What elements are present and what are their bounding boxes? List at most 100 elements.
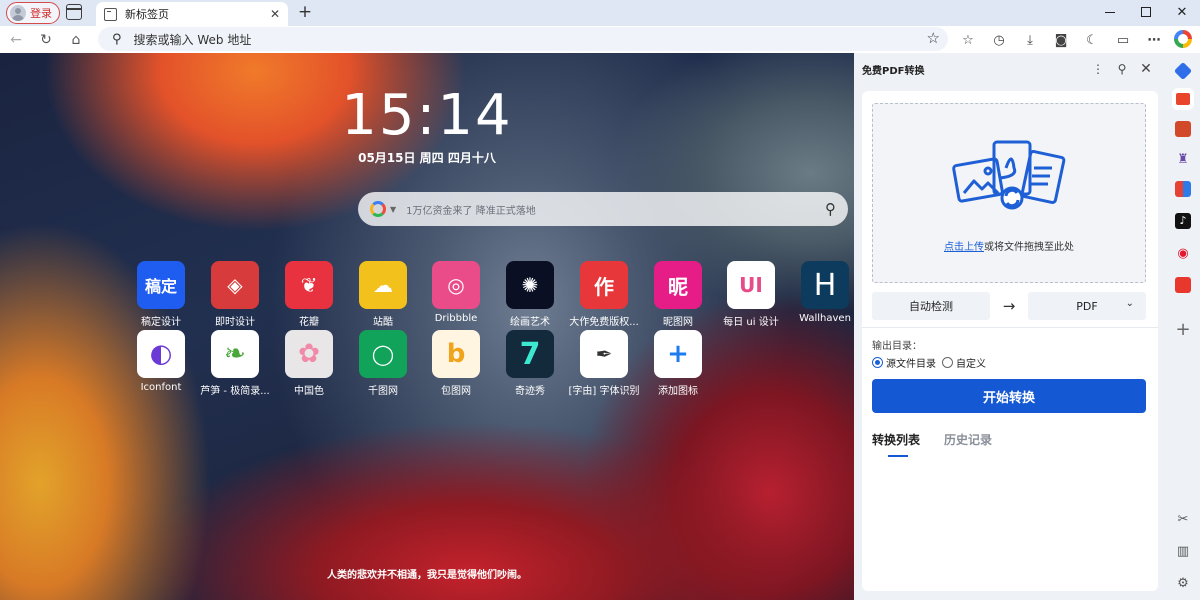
app-shortcut[interactable]: ✺ 绘画艺术 [492, 261, 568, 328]
performance-icon[interactable]: ☾ [1082, 30, 1102, 50]
app-shortcut[interactable]: ❦ 花瓣 [271, 261, 347, 328]
app-label: 站酷 [373, 317, 393, 328]
wallet-icon[interactable]: ▭ [1113, 30, 1133, 50]
google-icon[interactable] [1174, 30, 1192, 48]
address-input[interactable]: 搜索或输入 Web 地址 [134, 31, 252, 48]
tab-conversion-list[interactable]: 转换列表 [872, 431, 920, 448]
tab-new-tab[interactable]: 新标签页 ✕ [96, 2, 288, 26]
app-icon[interactable]: ◈ [211, 261, 259, 309]
app-shortcut[interactable]: ◈ 即时设计 [197, 261, 273, 328]
app-icon[interactable]: ❦ [285, 261, 333, 309]
sidebar-toggle-icon[interactable]: ▥ [1175, 543, 1191, 559]
minimize-button[interactable] [1092, 0, 1128, 24]
app-shortcut[interactable]: 稿定 稿定设计 [123, 261, 199, 328]
app-icon[interactable]: ❧ [211, 330, 259, 378]
sidebar-strip: ♜ ♪ ◉ + ✂ ▥ ⚙ [1166, 53, 1200, 600]
app-icon[interactable]: ✒ [580, 330, 628, 378]
chevron-down-icon[interactable]: ▼ [390, 205, 396, 214]
app-label: 千图网 [368, 386, 398, 397]
history-icon[interactable]: ◷ [989, 30, 1009, 50]
search-engine-icon[interactable] [370, 201, 386, 217]
app-icon[interactable]: + [654, 330, 702, 378]
settings-gear-icon[interactable]: ⚙ [1175, 575, 1191, 591]
app-shortcut[interactable]: ◐ Iconfont [123, 330, 199, 393]
app-icon[interactable]: ◯ [359, 330, 407, 378]
more-options-icon[interactable]: ⋮ [1086, 62, 1110, 76]
add-sidebar-icon[interactable]: + [1175, 319, 1191, 340]
app-icon[interactable]: H [801, 261, 849, 309]
news-icon[interactable] [1175, 277, 1191, 293]
file-dropzone[interactable]: 点击上传或将文件拖拽至此处 [872, 103, 1146, 283]
app-shortcut[interactable]: ❧ 芦笋 - 极简录... [197, 330, 273, 397]
app-icon[interactable]: 稿定 [137, 261, 185, 309]
screenshot-icon[interactable]: ◙ [1051, 30, 1071, 50]
favorites-icon[interactable]: ☆ [958, 30, 978, 50]
app-icon[interactable]: ✿ [285, 330, 333, 378]
app-shortcut[interactable]: ✿ 中国色 [271, 330, 347, 397]
upload-link[interactable]: 点击上传 [944, 242, 984, 253]
page-icon [104, 7, 117, 21]
app-icon[interactable]: UI [727, 261, 775, 309]
scissors-icon[interactable]: ✂ [1175, 511, 1191, 527]
app-shortcut[interactable]: b 包图网 [418, 330, 494, 397]
favorite-star-icon[interactable]: ☆ [927, 29, 940, 47]
app-shortcut[interactable]: 昵昵图网 [640, 261, 716, 328]
app-shortcut[interactable]: 7 奇迹秀 [492, 330, 568, 397]
app-label: 中国色 [294, 386, 324, 397]
pdf-tool-icon[interactable] [1175, 91, 1191, 107]
target-format-select[interactable]: PDF ⌄ [1028, 292, 1146, 320]
app-icon[interactable]: ✺ [506, 261, 554, 309]
app-shortcut[interactable]: ✒ [字由] 字体识别 [566, 330, 642, 397]
home-icon[interactable]: ⌂ [66, 30, 86, 50]
app-shortcut[interactable]: 作大作免费版权... [566, 261, 642, 328]
app-label: 绘画艺术 [510, 317, 550, 328]
navigation-bar: ← ↻ ⌂ ⚲ 搜索或输入 Web 地址 ☆ ☆ ◷ ⤓ ◙ ☾ ▭ ⋯ [0, 26, 1200, 53]
download-icon[interactable]: ⤓ [1020, 30, 1040, 50]
app-label: Wallhaven [799, 313, 851, 324]
ntp-search-box[interactable]: ▼ 1万亿资金来了 降准正式落地 ⚲ [358, 192, 848, 226]
extension-tag-icon[interactable] [1173, 61, 1193, 81]
app-shortcut[interactable]: ◎ Dribbble [418, 261, 494, 324]
start-conversion-button[interactable]: 开始转换 [872, 379, 1146, 413]
app-shortcut[interactable]: ☁ 站酷 [345, 261, 421, 328]
login-button[interactable]: 登录 [6, 2, 60, 24]
app-label: 添加图标 [658, 386, 698, 397]
close-icon[interactable]: ✕ [1134, 61, 1158, 77]
app-icon[interactable]: 昵 [654, 261, 702, 309]
tiktok-icon[interactable]: ♪ [1175, 213, 1191, 229]
weibo-icon[interactable]: ◉ [1175, 245, 1191, 261]
ntp-search-input[interactable]: 1万亿资金来了 降准正式落地 [406, 202, 825, 217]
app-label: [字由] 字体识别 [568, 386, 640, 397]
source-format-value: 自动检测 [909, 300, 953, 313]
radio-source-dir[interactable] [872, 357, 883, 368]
app-icon[interactable]: ◎ [432, 261, 480, 309]
app-shortcut[interactable]: UI 每日 ui 设计 [713, 261, 789, 328]
app-shortcut[interactable]: + 添加图标 [640, 330, 716, 397]
tab-close-icon[interactable]: ✕ [270, 7, 280, 21]
login-label: 登录 [30, 7, 52, 20]
app-icon[interactable]: 7 [506, 330, 554, 378]
source-format-select[interactable]: 自动检测 [872, 292, 990, 320]
app-icon[interactable]: ☁ [359, 261, 407, 309]
refresh-icon[interactable]: ↻ [36, 30, 56, 50]
new-tab-button[interactable]: + [296, 2, 314, 22]
search-icon[interactable]: ⚲ [825, 200, 836, 218]
app-icon[interactable]: 作 [580, 261, 628, 309]
radio-custom-dir[interactable] [942, 357, 953, 368]
pin-icon[interactable]: ⚲ [1110, 62, 1134, 76]
app-icon[interactable]: ◐ [137, 330, 185, 378]
app-shortcut[interactable]: H Wallhaven [787, 261, 854, 324]
close-window-button[interactable]: ✕ [1164, 0, 1200, 24]
back-icon[interactable]: ← [6, 30, 26, 50]
app-icon[interactable]: b [432, 330, 480, 378]
drag-hint: 或将文件拖拽至此处 [984, 242, 1074, 253]
address-bar[interactable]: ⚲ 搜索或输入 Web 地址 ☆ [98, 27, 948, 51]
tab-history[interactable]: 历史记录 [944, 431, 992, 448]
toolbox-icon[interactable] [1175, 121, 1191, 137]
app-shortcut[interactable]: ◯ 千图网 [345, 330, 421, 397]
chess-icon[interactable]: ♜ [1175, 151, 1191, 167]
office-icon[interactable] [1175, 181, 1191, 197]
more-menu-icon[interactable]: ⋯ [1144, 30, 1164, 50]
tab-actions-icon[interactable] [66, 4, 82, 20]
maximize-button[interactable] [1128, 0, 1164, 24]
